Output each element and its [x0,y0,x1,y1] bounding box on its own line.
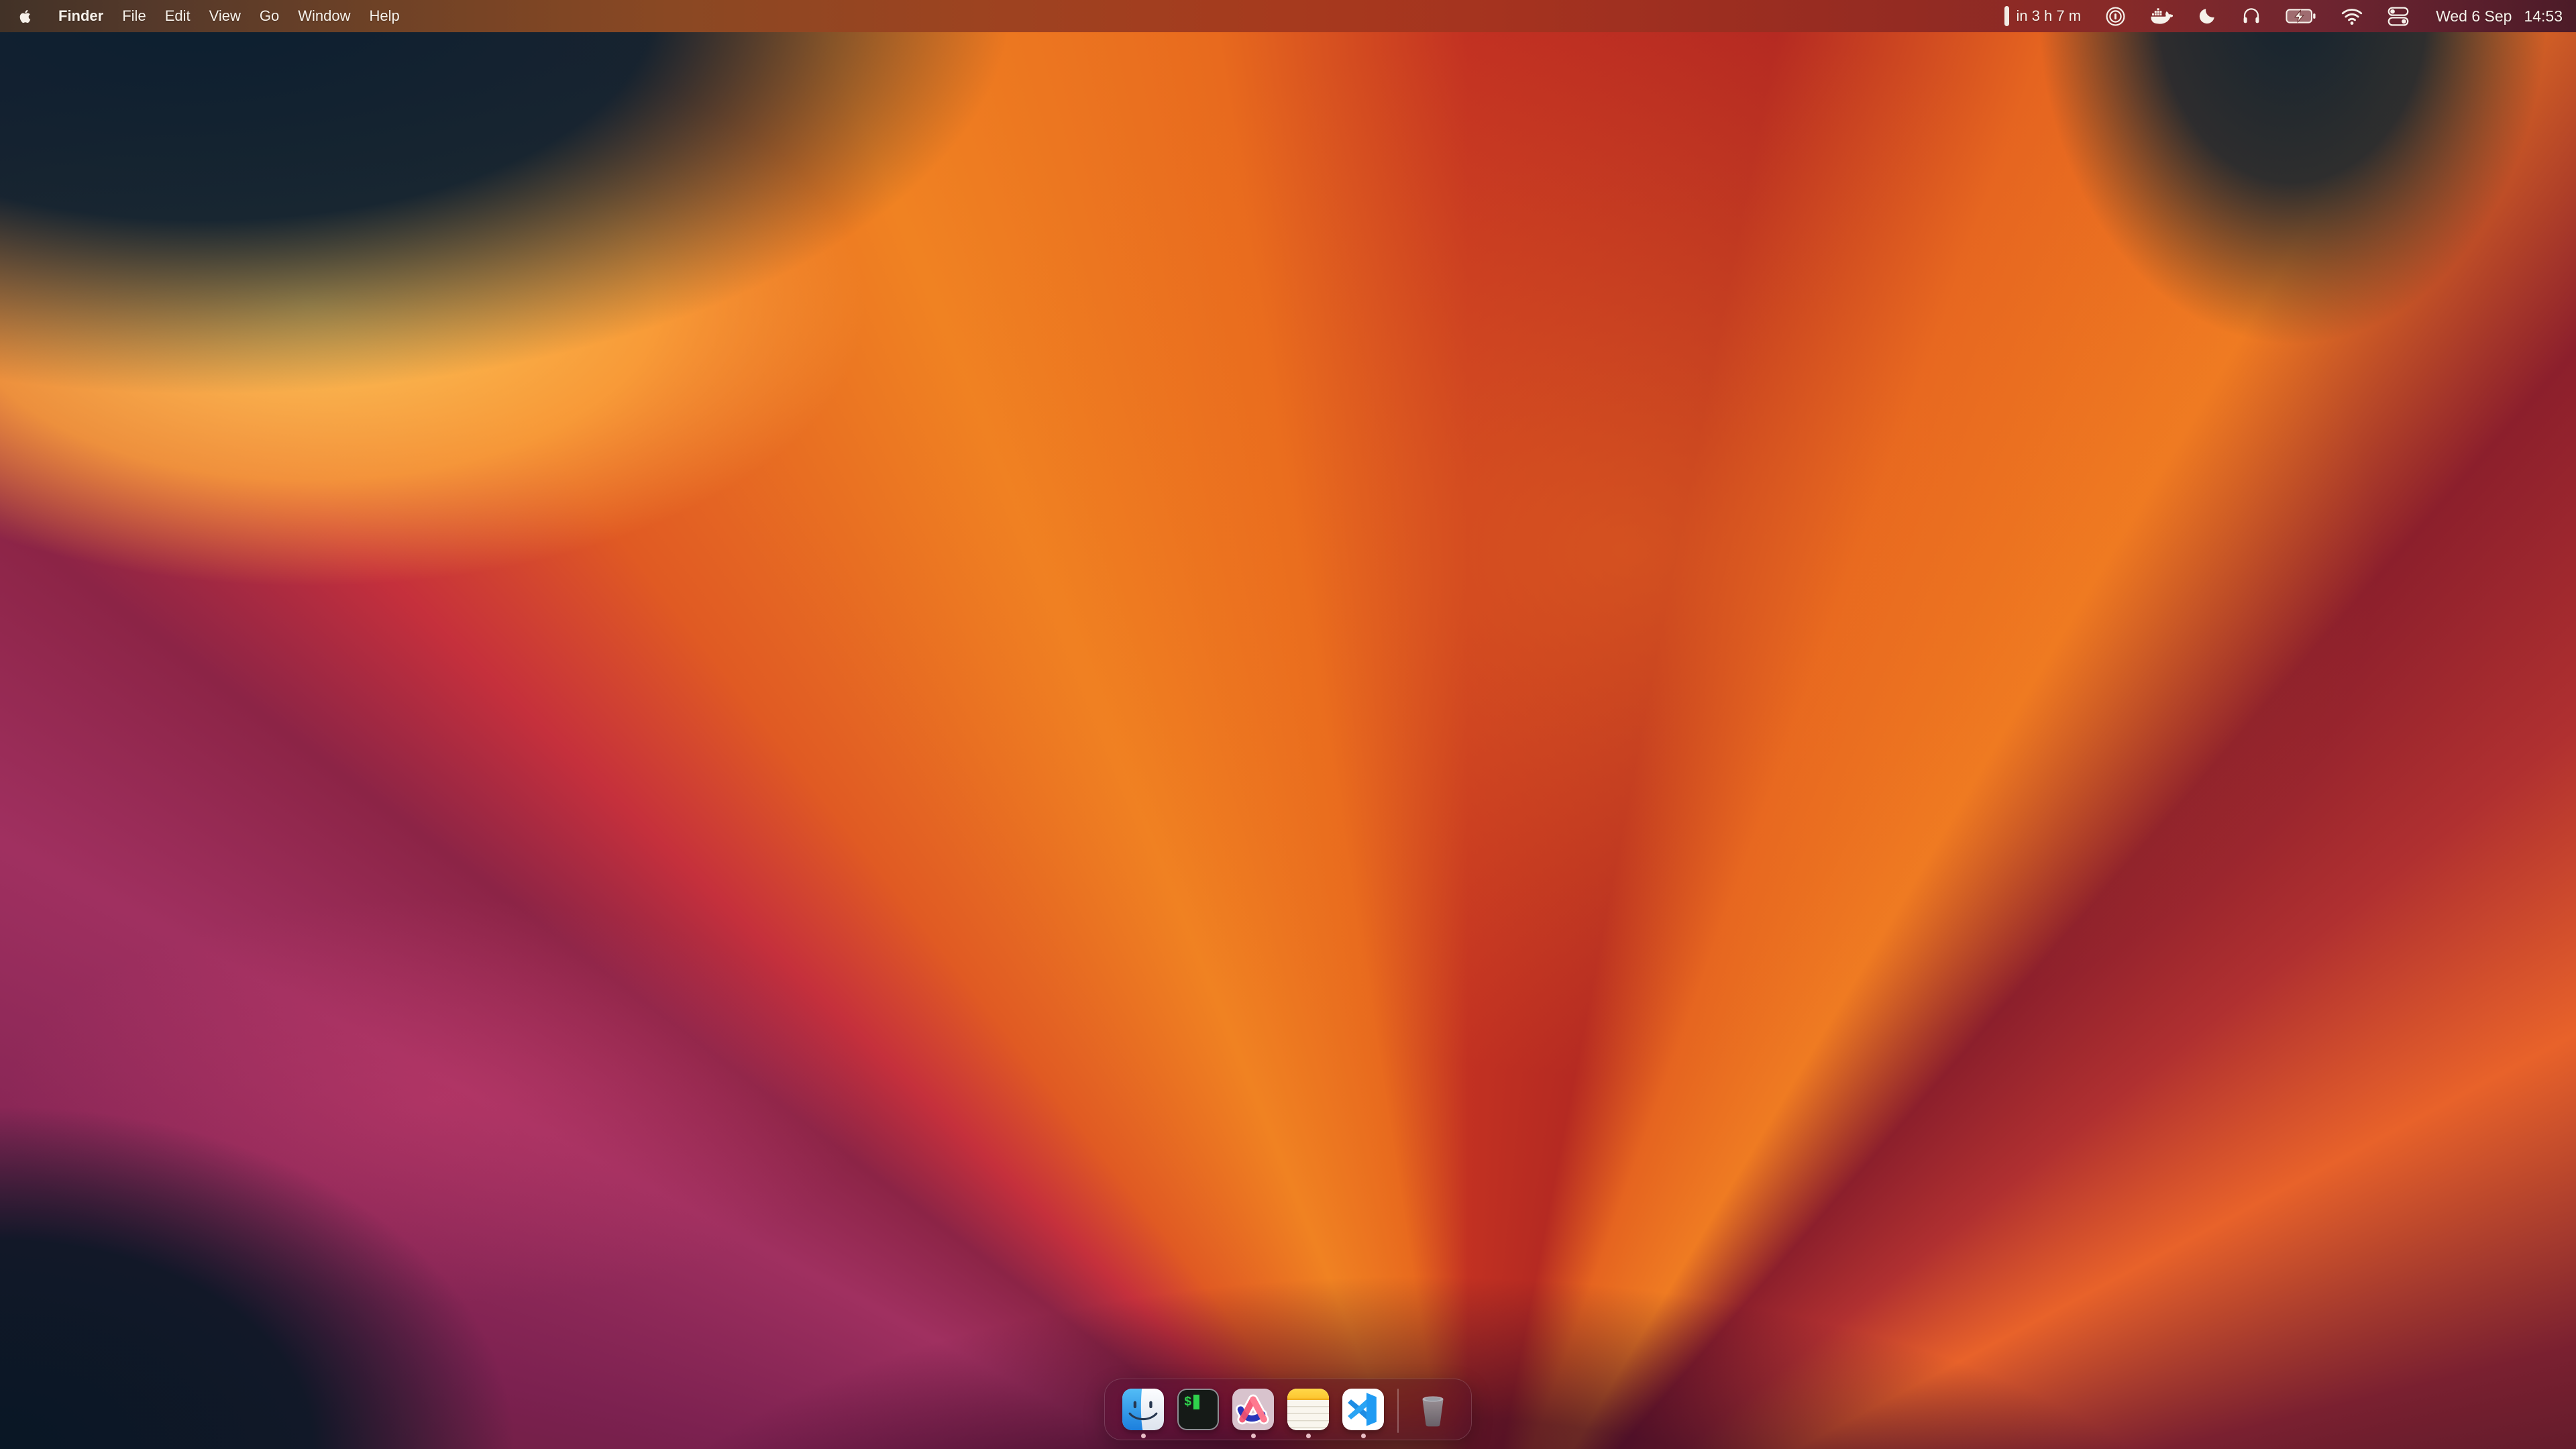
menu-bar-clock[interactable]: Wed 6 Sep 14:53 [2436,7,2563,25]
audio-output-menu-item[interactable] [2241,6,2261,26]
focus-mode-menu-item[interactable] [2197,6,2217,26]
arc-browser-icon [1232,1389,1274,1430]
notes-yellow-header [1287,1389,1329,1400]
docker-whale-icon [2150,7,2173,25]
desktop [0,0,2576,1449]
terminal-cursor [1193,1395,1199,1409]
dock-item-vscode[interactable] [1342,1389,1384,1438]
menu-file[interactable]: File [122,7,146,25]
status-countdown[interactable]: in 3 h 7 m [2004,6,2081,26]
menu-app-finder[interactable]: Finder [58,7,103,25]
menu-window[interactable]: Window [298,7,350,25]
terminal-prompt: $ [1184,1395,1199,1409]
notes-lines [1287,1400,1329,1430]
battery-charging-icon [2286,8,2316,24]
wifi-icon [2341,7,2363,25]
menu-go[interactable]: Go [260,7,279,25]
menu-help[interactable]: Help [370,7,400,25]
wifi-menu-item[interactable] [2341,7,2363,25]
dock: $ [1104,1379,1472,1440]
menu-bar-left: Finder File Edit View Go Window Help [0,0,409,32]
countdown-label: in 3 h 7 m [2016,7,2081,25]
dock-item-terminal[interactable]: $ [1177,1389,1219,1438]
moon-icon [2197,6,2217,26]
headphones-icon [2241,6,2261,26]
dock-item-finder[interactable] [1122,1389,1164,1438]
apple-menu[interactable] [17,7,33,25]
running-indicator-dot [1306,1434,1311,1438]
running-indicator-dot [1141,1434,1146,1438]
dock-item-notes[interactable] [1287,1389,1329,1438]
vscode-icon [1342,1389,1384,1430]
menu-view[interactable]: View [209,7,241,25]
running-indicator-dot [1251,1434,1256,1438]
finder-icon [1122,1389,1164,1430]
battery-menu-item[interactable] [2286,8,2316,24]
menu-edit[interactable]: Edit [165,7,191,25]
docker-menu-item[interactable] [2150,7,2173,25]
trash-empty-icon [1412,1389,1454,1430]
menu-bar: Finder File Edit View Go Window Help in … [0,0,2576,32]
dock-item-arc[interactable] [1232,1389,1274,1438]
timer-bar-icon [2004,6,2009,26]
onepassword-menu-item[interactable] [2105,6,2126,27]
clock-time: 14:53 [2524,7,2563,25]
control-center-icon [2387,7,2409,26]
clock-date: Wed 6 Sep [2436,7,2512,25]
apple-logo-icon [17,7,33,25]
notes-icon [1287,1389,1329,1430]
control-center-menu-item[interactable] [2387,7,2409,26]
dock-item-trash[interactable] [1412,1389,1454,1438]
dock-container: $ [0,1379,2576,1440]
running-indicator-dot [1361,1434,1366,1438]
dock-separator [1397,1389,1399,1433]
menu-bar-status-area: in 3 h 7 m [2004,0,2576,32]
onepassword-icon [2105,6,2126,27]
terminal-icon: $ [1177,1389,1219,1430]
